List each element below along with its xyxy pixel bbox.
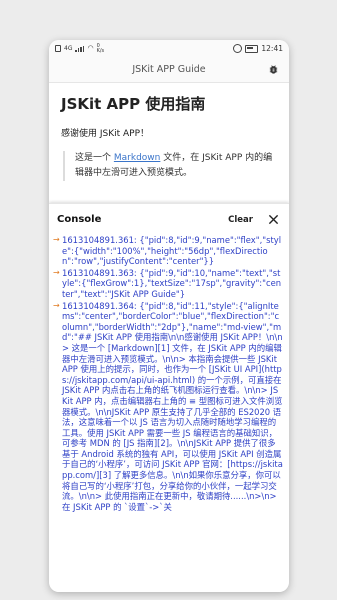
doc-greeting: 感谢使用 JSKit APP！ [61, 129, 150, 139]
network-label: 4G [64, 45, 73, 52]
clear-button[interactable]: Clear [228, 215, 253, 225]
bug-icon[interactable] [268, 64, 279, 75]
markdown-link[interactable]: Markdown [114, 153, 160, 163]
speed-label: 0 K/s [96, 42, 105, 54]
status-time: 12:41 [261, 44, 283, 53]
log-entry: → 1613104891.363: {"pid":9,"id":10,"name… [53, 268, 283, 300]
phone-screen: 4G ◠ 0 K/s 12:41 JSKit APP Guide JSKit A… [49, 40, 289, 592]
wifi-icon: ◠ [87, 44, 94, 52]
log-text: 1613104891.364: {"pid":8,"id":11,"style"… [62, 300, 283, 512]
log-text: 1613104891.361: {"pid":8,"id":9,"name":"… [62, 235, 282, 267]
log-entry: → 1613104891.364: {"pid":8,"id":11,"styl… [53, 301, 283, 513]
log-text: 1613104891.363: {"pid":9,"id":10,"name":… [62, 267, 282, 299]
doc-blockquote: 这是一个 Markdown 文件，在 JSKit APP 内的编辑器中左滑可进入… [63, 151, 277, 181]
sim-icon [55, 45, 61, 52]
console-log: → 1613104891.361: {"pid":8,"id":9,"name"… [49, 235, 289, 512]
log-entry: → 1613104891.361: {"pid":8,"id":9,"name"… [53, 235, 283, 267]
markdown-preview: JSKit APP 使用指南 感谢使用 JSKit APP！ 这是一个 Mark… [49, 83, 289, 181]
console-header: Console Clear [49, 204, 289, 235]
battery-icon [245, 44, 259, 53]
quote-text-before: 这是一个 [75, 153, 114, 163]
arrow-icon: → [53, 235, 60, 244]
app-title: JSKit APP Guide [132, 64, 206, 75]
close-icon[interactable] [268, 214, 279, 225]
app-bar: JSKit APP Guide [49, 57, 289, 83]
signal-icon [75, 45, 85, 52]
arrow-icon: → [53, 300, 60, 310]
status-bar: 4G ◠ 0 K/s 12:41 [49, 40, 289, 57]
doc-heading: JSKit APP 使用指南 [61, 95, 206, 113]
arrow-icon: → [53, 267, 60, 277]
alarm-icon [233, 44, 243, 53]
console-title: Console [57, 214, 102, 225]
console-panel: Console Clear → 1613104891.361: {"pid":8… [49, 203, 289, 592]
